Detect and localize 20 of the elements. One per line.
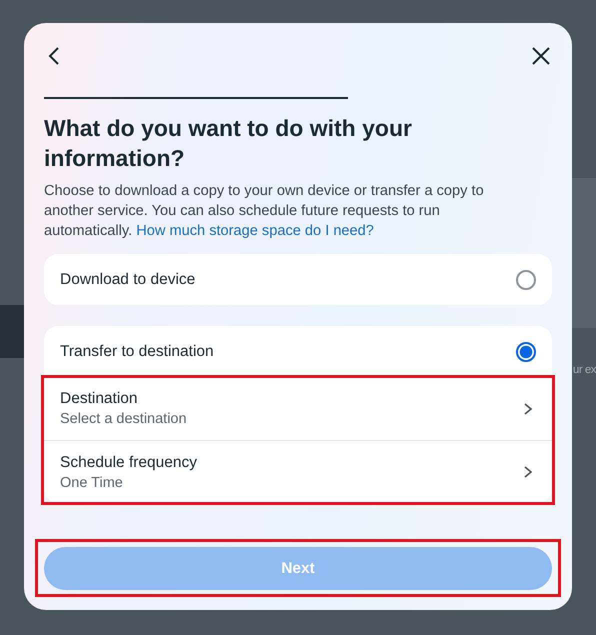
setting-title: Schedule frequency bbox=[60, 454, 198, 472]
setting-value: One Time bbox=[60, 474, 124, 490]
description: Choose to download a copy to your own device or transfer a copy to another service. You can also schedule future requests to run automatically. How much storage space do I need? bbox=[44, 182, 485, 241]
option-row[interactable]: Download to device bbox=[44, 254, 552, 305]
setting-value: Select a destination bbox=[60, 411, 187, 427]
chevron-icon bbox=[522, 402, 534, 416]
option-label: Download to device bbox=[60, 270, 196, 288]
close-icon[interactable] bbox=[530, 45, 552, 67]
radio-button[interactable] bbox=[516, 342, 536, 362]
option-row[interactable]: Transfer to destination bbox=[44, 326, 552, 377]
page-bar bbox=[0, 305, 24, 358]
chevron-icon bbox=[522, 465, 534, 479]
option-label: Transfer to destination bbox=[60, 342, 214, 360]
setting-row[interactable]: Destination Select a destination bbox=[44, 377, 552, 440]
radio-button[interactable] bbox=[516, 270, 536, 290]
storage-link[interactable]: How much storage space do I need? bbox=[136, 223, 374, 239]
setting-title: Destination bbox=[60, 390, 139, 408]
page-text: ur ex bbox=[572, 364, 596, 376]
dialog-heading: What do you want to do with your information? bbox=[44, 114, 413, 173]
setting-row[interactable]: Schedule frequency One Time bbox=[44, 440, 552, 503]
